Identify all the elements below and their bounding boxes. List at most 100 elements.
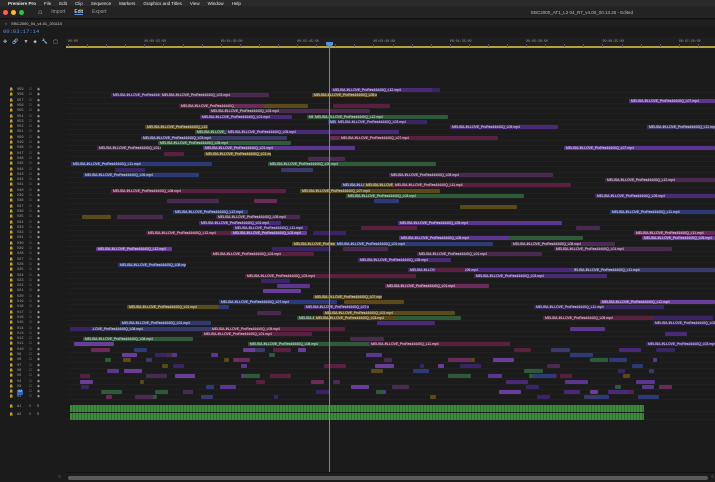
video-clip[interactable]: MELISA-IN-LOVE_ProRes4444XQ_L01.mp4 [323, 310, 455, 315]
video-clip[interactable]: MELISA-IN-LOVE_ProRes4444XQ_L03.mp4 [209, 109, 370, 114]
track-header-v31[interactable]: 🔒 V31 ⊡ ◉ [0, 236, 66, 241]
track-label[interactable]: V27 [17, 258, 23, 263]
track-label[interactable]: V42 [17, 178, 23, 183]
video-clip[interactable] [201, 395, 213, 400]
video-clip[interactable]: MELISA-IN-LOVE_ProRes4444XQ_L01.mp4 [385, 284, 489, 289]
mute-icon[interactable]: M [29, 413, 31, 418]
video-clip[interactable] [560, 374, 572, 379]
eye-icon[interactable]: ◉ [37, 152, 40, 157]
track-label[interactable]: V31 [17, 236, 23, 241]
track-label[interactable]: V58 [17, 93, 23, 98]
track-lane[interactable]: MELISA-IN-LOVE_ProRes4444XQ_L01.mp4 MELIS… [66, 321, 715, 327]
video-clip[interactable] [584, 395, 597, 400]
video-clip[interactable] [277, 284, 310, 289]
video-clip[interactable] [430, 395, 436, 400]
track-header-v35[interactable]: 🔒 V35 ⊡ ◉ [0, 215, 66, 220]
video-clip[interactable] [570, 353, 593, 357]
track-header-v27[interactable]: 🔒 V27 ⊡ ◉ [0, 258, 66, 263]
track-header-v48[interactable]: 🔒 V48 ⊡ ◉ [0, 146, 66, 151]
video-clip[interactable]: MELISA-IN-LOVE_ProRes4444XQ_L11.mp4 [369, 342, 510, 347]
video-clip[interactable] [263, 289, 301, 294]
lock-icon[interactable]: 🔒 [9, 189, 13, 194]
track-label[interactable]: V29 [17, 247, 23, 252]
track-label[interactable]: V54 [17, 115, 23, 120]
track-label[interactable]: V35 [17, 215, 23, 220]
track-lane[interactable]: MELISA-IN-LOVE_ProRes4444XQ_L11.mp4MELIS… [66, 130, 715, 136]
video-clip[interactable] [74, 342, 114, 347]
sync-lock-icon[interactable]: ⊡ [29, 342, 32, 347]
track-lane[interactable]: MELISA-IN-LOVE_ProRes4444XQ_L08.mp4 [66, 103, 715, 109]
video-clip[interactable] [649, 368, 654, 373]
video-clip[interactable] [256, 379, 265, 384]
track-lane[interactable]: MELISA-IN-LOVE_ProRes4444XQ_L03.mp4 MELIS… [66, 252, 715, 258]
track-header-v50[interactable]: 🔒 V50 ⊡ ◉ [0, 136, 66, 141]
menu-item-sequence[interactable]: Sequence [91, 1, 111, 6]
track-header-v47[interactable]: 🔒 V47 ⊡ ◉ [0, 152, 66, 157]
eye-icon[interactable]: ◉ [37, 183, 40, 188]
video-clip[interactable] [272, 247, 331, 251]
video-clip[interactable] [537, 395, 550, 400]
menu-item-graphics-and-titles[interactable]: Graphics and Titles [143, 1, 182, 6]
lock-icon[interactable]: 🔒 [9, 221, 13, 226]
video-clip[interactable]: MELISA-IN-LOVE_ProRes4444XQ_L11.mp4 [634, 231, 715, 236]
zoom-window-button[interactable] [19, 9, 24, 15]
lock-icon[interactable]: 🔒 [9, 168, 13, 173]
video-clip[interactable]: MELISA-IN-LOVE_ProRes4444XQ_L05.mp4 [226, 130, 399, 135]
track-lane[interactable] [66, 199, 715, 205]
video-clip[interactable] [526, 384, 539, 389]
video-clip[interactable] [384, 358, 392, 363]
sync-lock-icon[interactable]: ⊡ [29, 321, 32, 326]
sync-lock-icon[interactable]: ⊡ [29, 327, 32, 332]
solo-icon[interactable]: S [37, 413, 39, 418]
import-mode-tab[interactable]: Import [51, 9, 65, 15]
track-lane[interactable] [66, 278, 715, 284]
minimize-window-button[interactable] [11, 9, 16, 15]
solo-icon[interactable]: S [37, 405, 39, 410]
video-clip[interactable]: MELISA-IN-LOVE_ProRes4444XQ_L03.mp4 [211, 252, 314, 257]
track-label[interactable]: V18 [17, 305, 23, 310]
track-lane[interactable]: MELISA-IN-LOVE_ProRes4444XQ_L08.mp4 [66, 257, 715, 263]
sync-lock-icon[interactable]: ⊡ [29, 130, 32, 135]
video-clip[interactable] [274, 395, 278, 400]
track-lane[interactable] [66, 379, 715, 385]
video-clip[interactable] [371, 368, 383, 373]
video-clip[interactable] [506, 379, 528, 384]
track-lane[interactable]: MELISA-IN-LOVE_ProRes4444XQ_L11.mp4 MELIS… [66, 231, 715, 237]
track-label[interactable]: V41 [17, 183, 23, 188]
track-label[interactable]: V30 [17, 242, 23, 247]
video-clip[interactable]: MELISA-IN-LOVE_ProRes4444XQ_L07.mp4 [629, 98, 715, 103]
track-header-a2[interactable]: 🔒 A2 M S [0, 413, 66, 418]
sync-lock-icon[interactable]: ⊡ [29, 152, 32, 157]
video-clip[interactable] [233, 358, 250, 363]
video-clip[interactable]: MELISA-IN-LOVE_ProRes4444XQ_L11.mp4 [71, 162, 212, 167]
lock-icon[interactable]: 🔒 [9, 146, 13, 151]
track-lane[interactable]: MELISA-IN-LOVE_ProRes4444XQ_L01.mp4 MELIS… [66, 146, 715, 152]
eye-icon[interactable]: ◉ [37, 221, 40, 226]
track-header-v37[interactable]: 🔒 V37 ⊡ ◉ [0, 205, 66, 210]
sync-lock-icon[interactable]: ⊡ [29, 274, 32, 279]
track-label[interactable]: V9 [17, 353, 21, 358]
video-clip[interactable]: MELISA-IN-LOVE_ProRes4444XQ_L01.mp4 [97, 146, 161, 151]
menu-item-window[interactable]: Window [208, 1, 224, 6]
edit-mode-tab[interactable]: Edit [74, 9, 83, 15]
track-label[interactable]: V51 [17, 130, 23, 135]
track-label[interactable]: V38 [17, 199, 23, 204]
video-clip[interactable]: MELISA-IN-LOVE_ProRes4444XQ_L01.mp4 [200, 114, 292, 119]
video-clip[interactable]: MELISA-IN-LOVE_ProRes4444XQ_L03.mp4 [231, 231, 307, 236]
track-lane[interactable] [66, 368, 715, 374]
video-clip[interactable] [101, 390, 122, 395]
video-clip[interactable] [81, 384, 89, 389]
lock-icon[interactable]: 🔒 [9, 199, 13, 204]
video-clip[interactable]: MELISA-IN-LOVE_ProRes4444XQ_L08.mp4 [358, 257, 451, 262]
track-lane[interactable]: MELISA-IN-LOVE_ProRes4444XQ_L05.mp4 MELIS… [66, 172, 715, 178]
lock-icon[interactable]: 🔒 [9, 321, 13, 326]
track-header-v18[interactable]: 🔒 V18 ⊡ ◉ [0, 305, 66, 310]
lock-icon[interactable]: 🔒 [9, 327, 13, 332]
lock-icon[interactable]: 🔒 [9, 413, 13, 418]
lock-icon[interactable]: 🔒 [9, 348, 13, 353]
lock-icon[interactable]: 🔒 [9, 93, 13, 98]
video-clip[interactable] [565, 379, 588, 384]
lock-icon[interactable]: 🔒 [9, 258, 13, 263]
video-clip[interactable] [499, 390, 521, 395]
track-lane[interactable] [66, 156, 715, 162]
